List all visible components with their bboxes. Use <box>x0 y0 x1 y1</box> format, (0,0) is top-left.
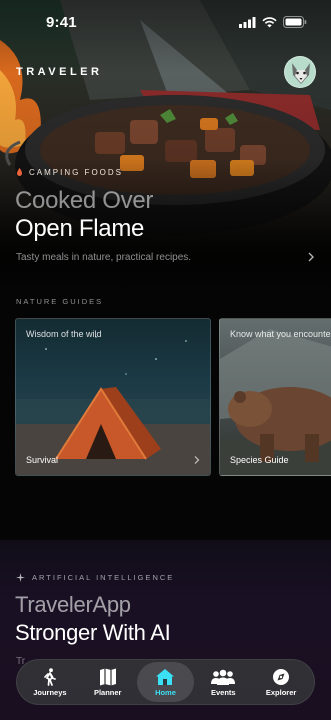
tab-label: Planner <box>93 687 122 697</box>
home-icon <box>156 668 175 685</box>
hero-title-line2: Open Flame <box>15 215 145 242</box>
tab-explorer[interactable]: Explorer <box>252 662 310 702</box>
bear-illustration <box>220 329 331 475</box>
tab-label: Events <box>210 687 236 697</box>
people-icon <box>211 669 236 685</box>
guide-card-species[interactable]: Know what you encounter Species Guide <box>219 318 331 476</box>
sparkle-icon <box>16 573 25 582</box>
guide-card-title: Species Guide <box>230 455 289 465</box>
app-brand: TRAVELER <box>16 66 103 78</box>
hero-tag-label: CAMPING FOODS <box>29 168 124 177</box>
wifi-icon <box>262 16 277 27</box>
guide-card-survival[interactable]: Wisdom of the wild Survival <box>15 318 211 476</box>
tab-journeys[interactable]: Journeys <box>21 662 79 702</box>
status-icons <box>239 16 307 28</box>
status-bar: 9:41 <box>0 0 331 44</box>
tab-label: Home <box>155 687 176 697</box>
chevron-right-icon[interactable] <box>306 250 316 264</box>
tab-label: Explorer <box>265 687 297 697</box>
map-icon <box>99 668 116 685</box>
ai-tag: ARTIFICIAL INTELLIGENCE <box>16 573 174 582</box>
guide-card-top-text: Know what you encounter <box>230 329 331 339</box>
ai-tag-label: ARTIFICIAL INTELLIGENCE <box>32 573 175 582</box>
tent-illustration <box>16 336 210 475</box>
nature-guides-heading: NATURE GUIDES <box>16 297 104 306</box>
guide-card-title: Survival <box>26 455 59 465</box>
ai-title-line2: Stronger With AI <box>15 620 171 645</box>
bottom-tab-bar: Journeys Planner Home Events Explorer <box>16 659 315 705</box>
tab-label: Journeys <box>33 687 67 697</box>
guide-card-top-text: Wisdom of the wild <box>26 329 102 339</box>
status-time: 9:41 <box>46 13 77 31</box>
hero-title-line1: Cooked Over <box>15 187 154 214</box>
hero-subtitle: Tasty meals in nature, practical recipes… <box>16 252 192 263</box>
hiker-icon <box>44 667 56 686</box>
tab-events[interactable]: Events <box>194 662 252 702</box>
signal-icon <box>239 16 256 28</box>
ai-title-line1: TravelerApp <box>15 592 131 617</box>
avatar[interactable] <box>284 56 316 88</box>
battery-icon <box>283 16 307 28</box>
hero-tag: CAMPING FOODS <box>16 168 123 177</box>
chevron-right-icon <box>194 456 200 464</box>
compass-icon <box>273 668 290 685</box>
tab-planner[interactable]: Planner <box>79 662 137 702</box>
flame-icon <box>17 168 22 176</box>
tab-home[interactable]: Home <box>136 662 195 702</box>
